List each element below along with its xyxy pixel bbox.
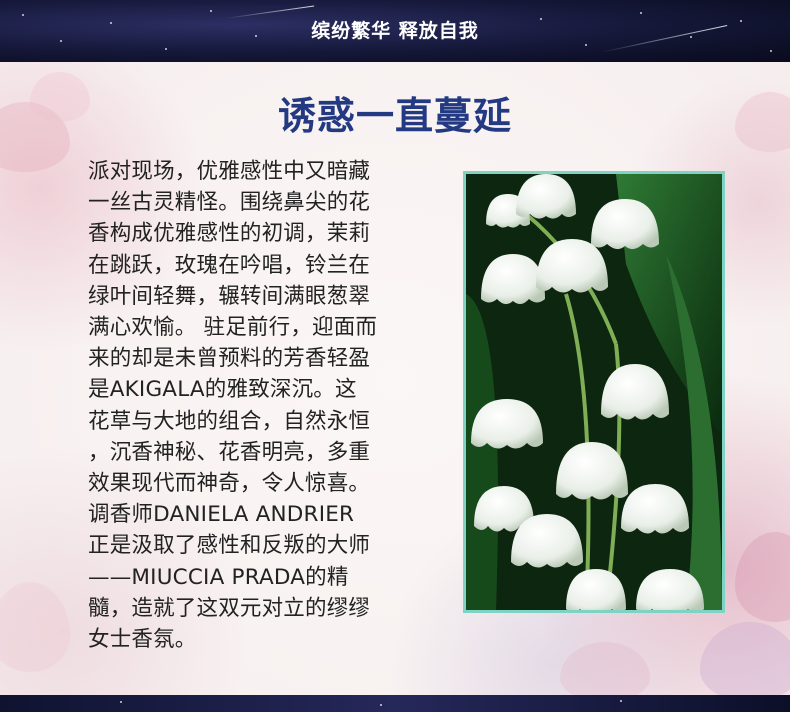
banner-title: 缤纷繁华 释放自我: [311, 20, 479, 42]
decor-petal: [735, 532, 790, 622]
description-line: 效果现代而神奇，令人惊喜。: [88, 471, 371, 497]
description-line: 一丝古灵精怪。围绕鼻尖的花: [88, 190, 371, 216]
description-line: ——MIUCCIA PRADA的精: [88, 564, 349, 590]
description-line: 调香师DANIELA ANDRIER: [88, 502, 355, 528]
description-line: 绿叶间轻舞，辗转间满眼葱翠: [88, 283, 371, 309]
description-line: 正是汲取了感性和反叛的大师: [88, 533, 371, 559]
decor-petal: [0, 582, 70, 672]
description-text: 派对现场，优雅感性中又暗藏 一丝古灵精怪。围绕鼻尖的花 香构成优雅感性的初调，茉…: [88, 156, 413, 655]
description-line: 髓，造就了这双元对立的缪缪: [88, 595, 371, 621]
product-detail-page: 缤纷繁华 释放自我 诱惑一直蔓延 派对现场，优雅感性中又暗藏 一丝古灵精怪。围绕…: [0, 0, 790, 712]
description-line: 满心欢愉。 驻足前行，迎面而: [88, 315, 378, 341]
lily-of-the-valley-illustration: [466, 174, 722, 610]
decor-petal: [700, 622, 790, 702]
decor-petal: [560, 642, 650, 702]
description-line: 香构成优雅感性的初调，茉莉: [88, 221, 371, 247]
section-title: 诱惑一直蔓延: [277, 94, 512, 138]
description-line: 女士香氛。: [88, 627, 197, 653]
description-line: ，沉香神秘、花香明亮，多重: [88, 439, 371, 465]
description-line: 花草与大地的组合，自然永恒: [88, 408, 371, 434]
description-line: 在跳跃，玫瑰在吟唱，铃兰在: [88, 252, 371, 278]
description-line: 派对现场，优雅感性中又暗藏: [88, 159, 371, 184]
top-banner: 缤纷繁华 释放自我: [0, 0, 790, 62]
description-line: 来的却是未曾预料的芳香轻盈: [88, 346, 371, 372]
lily-of-the-valley-photo: [463, 171, 725, 613]
bottom-banner: [0, 695, 790, 712]
description-line: 是AKIGALA的雅致深沉。这: [88, 377, 357, 403]
